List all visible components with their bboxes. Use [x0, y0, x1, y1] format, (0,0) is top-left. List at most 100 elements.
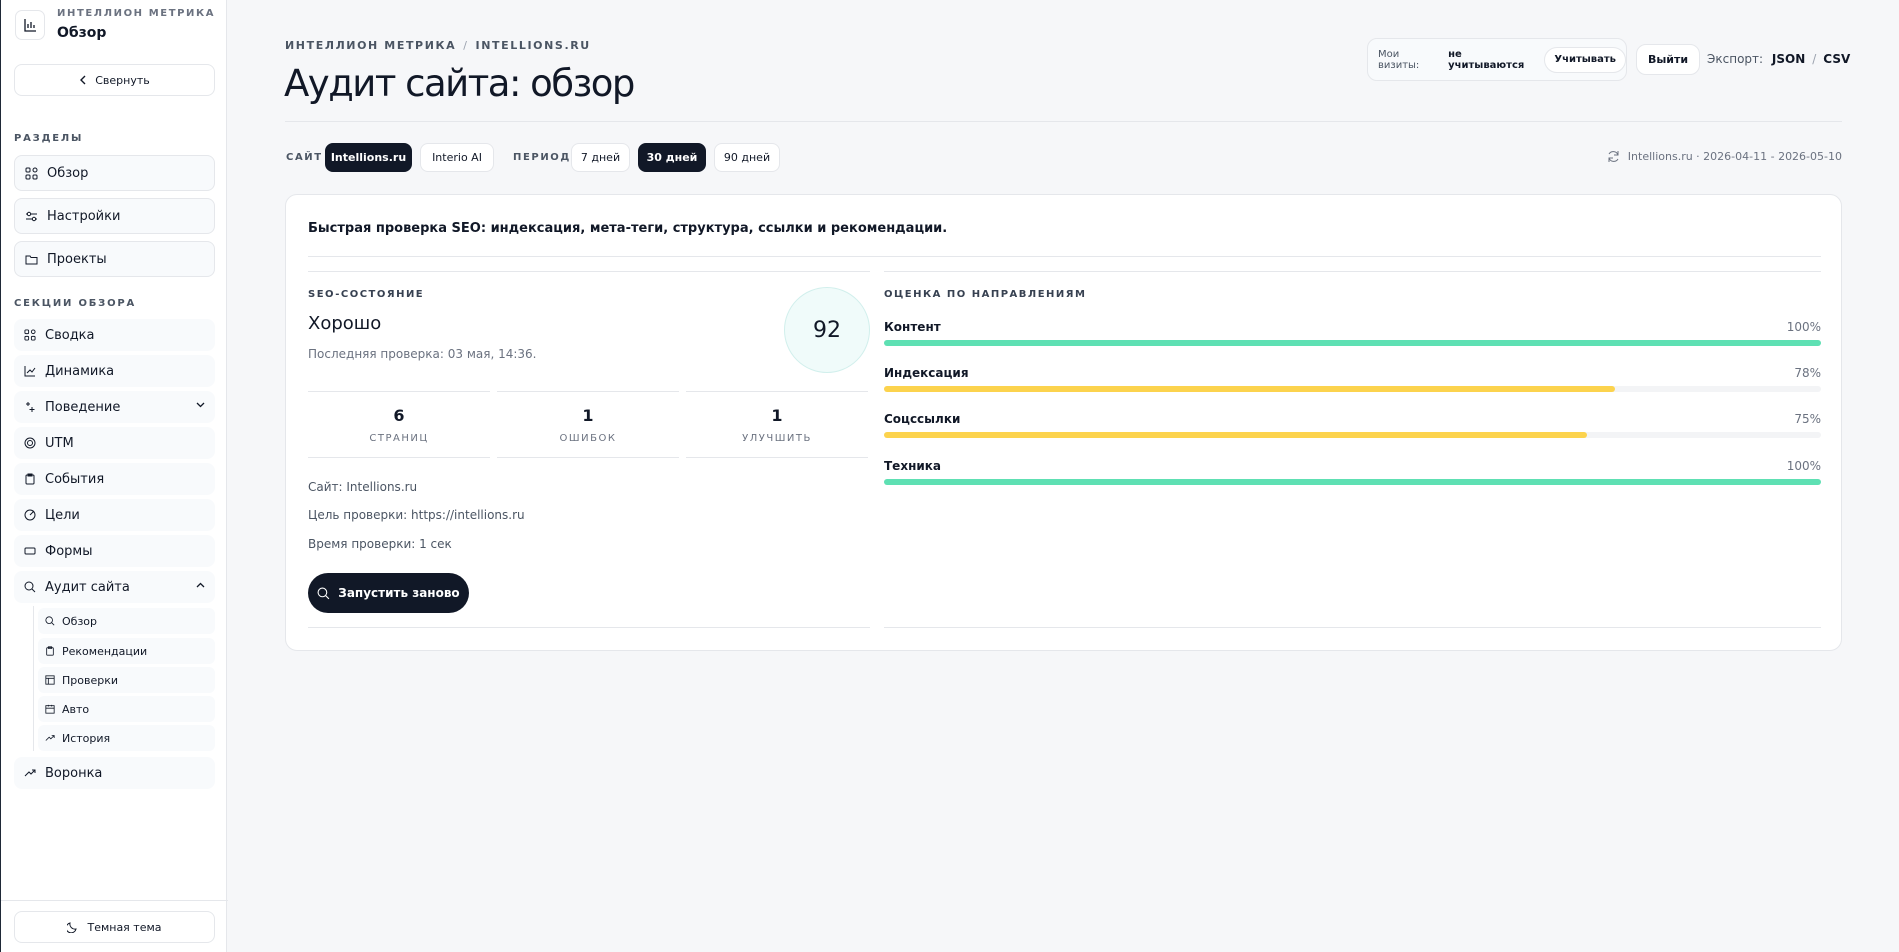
nav-settings[interactable]: Настройки [14, 198, 215, 234]
panel-divider [884, 627, 1821, 628]
folder-icon [25, 255, 38, 264]
chevron-up-icon[interactable] [196, 582, 205, 588]
date-range-text: Intellions.ru · 2026-04-11 - 2026-05-10 [1627, 150, 1842, 163]
nav-goals[interactable]: Цели [14, 499, 215, 531]
breadcrumb: ИНТЕЛЛИОН МЕТРИКА / INTELLIONS.RU [285, 39, 591, 52]
my-visits-label: Мои визиты: [1378, 48, 1420, 71]
collapse-label: Свернуть [95, 73, 150, 87]
date-range: Intellions.ru · 2026-04-11 - 2026-05-10 [1607, 150, 1842, 163]
brand-name: ИНТЕЛЛИОН МЕТРИКА [57, 8, 216, 19]
stat-errors-value: 1 [582, 406, 594, 425]
nav-site-audit[interactable]: Аудит сайта [14, 571, 215, 603]
my-visits-panel: Мои визиты: не учитываются Учитывать [1367, 38, 1627, 81]
seo-state-label: SEO-СОСТОЯНИЕ [308, 289, 425, 300]
card-divider [308, 256, 1821, 257]
sub-audit-checks[interactable]: Проверки [38, 667, 215, 693]
logout-button[interactable]: Выйти [1636, 44, 1700, 75]
export-label: Экспорт: [1707, 52, 1764, 66]
period-chip-30[interactable]: 30 дней [638, 143, 706, 172]
site-chip-interio[interactable]: Interio AI [420, 143, 494, 172]
page-title: Аудит сайта: обзор [284, 62, 635, 105]
period-chip-90[interactable]: 90 дней [714, 143, 780, 172]
nav-utm-label: UTM [45, 435, 74, 451]
sub-audit-overview[interactable]: Обзор [38, 608, 215, 634]
nav-funnel-label: Воронка [45, 765, 103, 781]
progress-track [884, 432, 1821, 438]
site-chip-intellions[interactable]: Intellions.ru [325, 143, 412, 172]
bar-chart-icon[interactable] [15, 9, 45, 40]
count-visits-button[interactable]: Учитывать [1544, 46, 1626, 73]
info-time: Время проверки: 1 сек [308, 537, 452, 551]
nav-behavior[interactable]: Поведение [14, 391, 215, 423]
search-icon [45, 616, 55, 626]
site-filter-label: САЙТ [286, 152, 323, 163]
nav-funnel[interactable]: Воронка [14, 757, 215, 789]
header-divider [285, 121, 1842, 122]
calendar-icon [45, 704, 55, 714]
grid-icon [24, 329, 36, 341]
my-visits-value: не учитываются [1448, 48, 1525, 71]
stat-improve: 1 УЛУЧШИТЬ [686, 391, 868, 458]
chevron-down-icon[interactable] [196, 402, 205, 408]
dark-theme-button[interactable]: Темная тема [14, 911, 215, 943]
export-csv-link[interactable]: CSV [1823, 52, 1850, 66]
panel-divider [884, 271, 1821, 272]
brand: ИНТЕЛЛИОН МЕТРИКА Обзор [15, 8, 215, 41]
nav-projects-label: Проекты [47, 251, 107, 267]
refresh-icon[interactable] [1607, 150, 1620, 163]
direction-value: 100% [1786, 459, 1821, 473]
nav-dynamics-label: Динамика [45, 363, 115, 379]
breadcrumb-separator: / [463, 39, 469, 52]
progress-fill [884, 340, 1821, 346]
progress-track [884, 479, 1821, 485]
nav-dynamics[interactable]: Динамика [14, 355, 215, 387]
sub-audit-history[interactable]: История [38, 725, 215, 751]
collapse-button[interactable]: Свернуть [14, 64, 215, 96]
trend-icon [24, 769, 36, 777]
direction-name: Контент [884, 320, 941, 334]
direction-name: Техника [884, 459, 942, 473]
sliders-icon [26, 211, 37, 221]
sub-audit-recommendations[interactable]: Рекомендации [38, 638, 215, 664]
export-json-link[interactable]: JSON [1772, 52, 1805, 66]
nav-events[interactable]: События [14, 463, 215, 495]
progress-track [884, 386, 1821, 392]
nav-forms-label: Формы [45, 543, 93, 559]
audit-card: Быстрая проверка SEO: индексация, мета-т… [285, 194, 1842, 651]
sidebar: ИНТЕЛЛИОН МЕТРИКА Обзор Свернуть РАЗДЕЛЫ… [0, 0, 228, 952]
period-chip-7[interactable]: 7 дней [571, 143, 630, 172]
breadcrumb-item[interactable]: ИНТЕЛЛИОН МЕТРИКА [285, 39, 456, 52]
rerun-button[interactable]: Запустить заново [308, 573, 469, 613]
clipboard-icon [46, 646, 54, 656]
sidebar-divider [1, 900, 228, 901]
sub-audit-checks-label: Проверки [62, 673, 119, 687]
sub-audit-auto[interactable]: Авто [38, 696, 215, 722]
nav-forms[interactable]: Формы [14, 535, 215, 567]
stat-pages-caption: СТРАНИЦ [369, 433, 429, 444]
table-icon [45, 675, 55, 685]
stat-pages-value: 6 [393, 406, 405, 425]
nav-utm[interactable]: UTM [14, 427, 215, 459]
submenu-divider [33, 606, 34, 751]
nav-behavior-label: Поведение [45, 399, 121, 415]
direction-name: Индексация [884, 366, 969, 380]
sub-audit-history-label: История [62, 731, 111, 745]
rerun-label: Запустить заново [338, 586, 460, 600]
progress-fill [884, 386, 1615, 392]
nav-summary[interactable]: Сводка [14, 319, 215, 351]
nav-projects[interactable]: Проекты [14, 241, 215, 277]
breadcrumb-item[interactable]: INTELLIONS.RU [476, 39, 591, 52]
stat-errors-caption: ОШИБОК [559, 433, 617, 444]
search-icon [317, 587, 330, 599]
seo-score: 92 [784, 287, 870, 373]
sub-audit-overview-label: Обзор [62, 614, 98, 628]
trend-icon [45, 735, 55, 741]
nav-overview[interactable]: Обзор [14, 155, 215, 191]
seo-status: Хорошо [308, 313, 382, 334]
brand-current-page: Обзор [57, 25, 107, 41]
stat-improve-value: 1 [771, 406, 783, 425]
nav-settings-label: Настройки [47, 208, 121, 224]
directions-label: ОЦЕНКА ПО НАПРАВЛЕНИЯМ [884, 289, 1087, 300]
nav-overview-label: Обзор [47, 165, 89, 181]
progress-fill [884, 432, 1587, 438]
